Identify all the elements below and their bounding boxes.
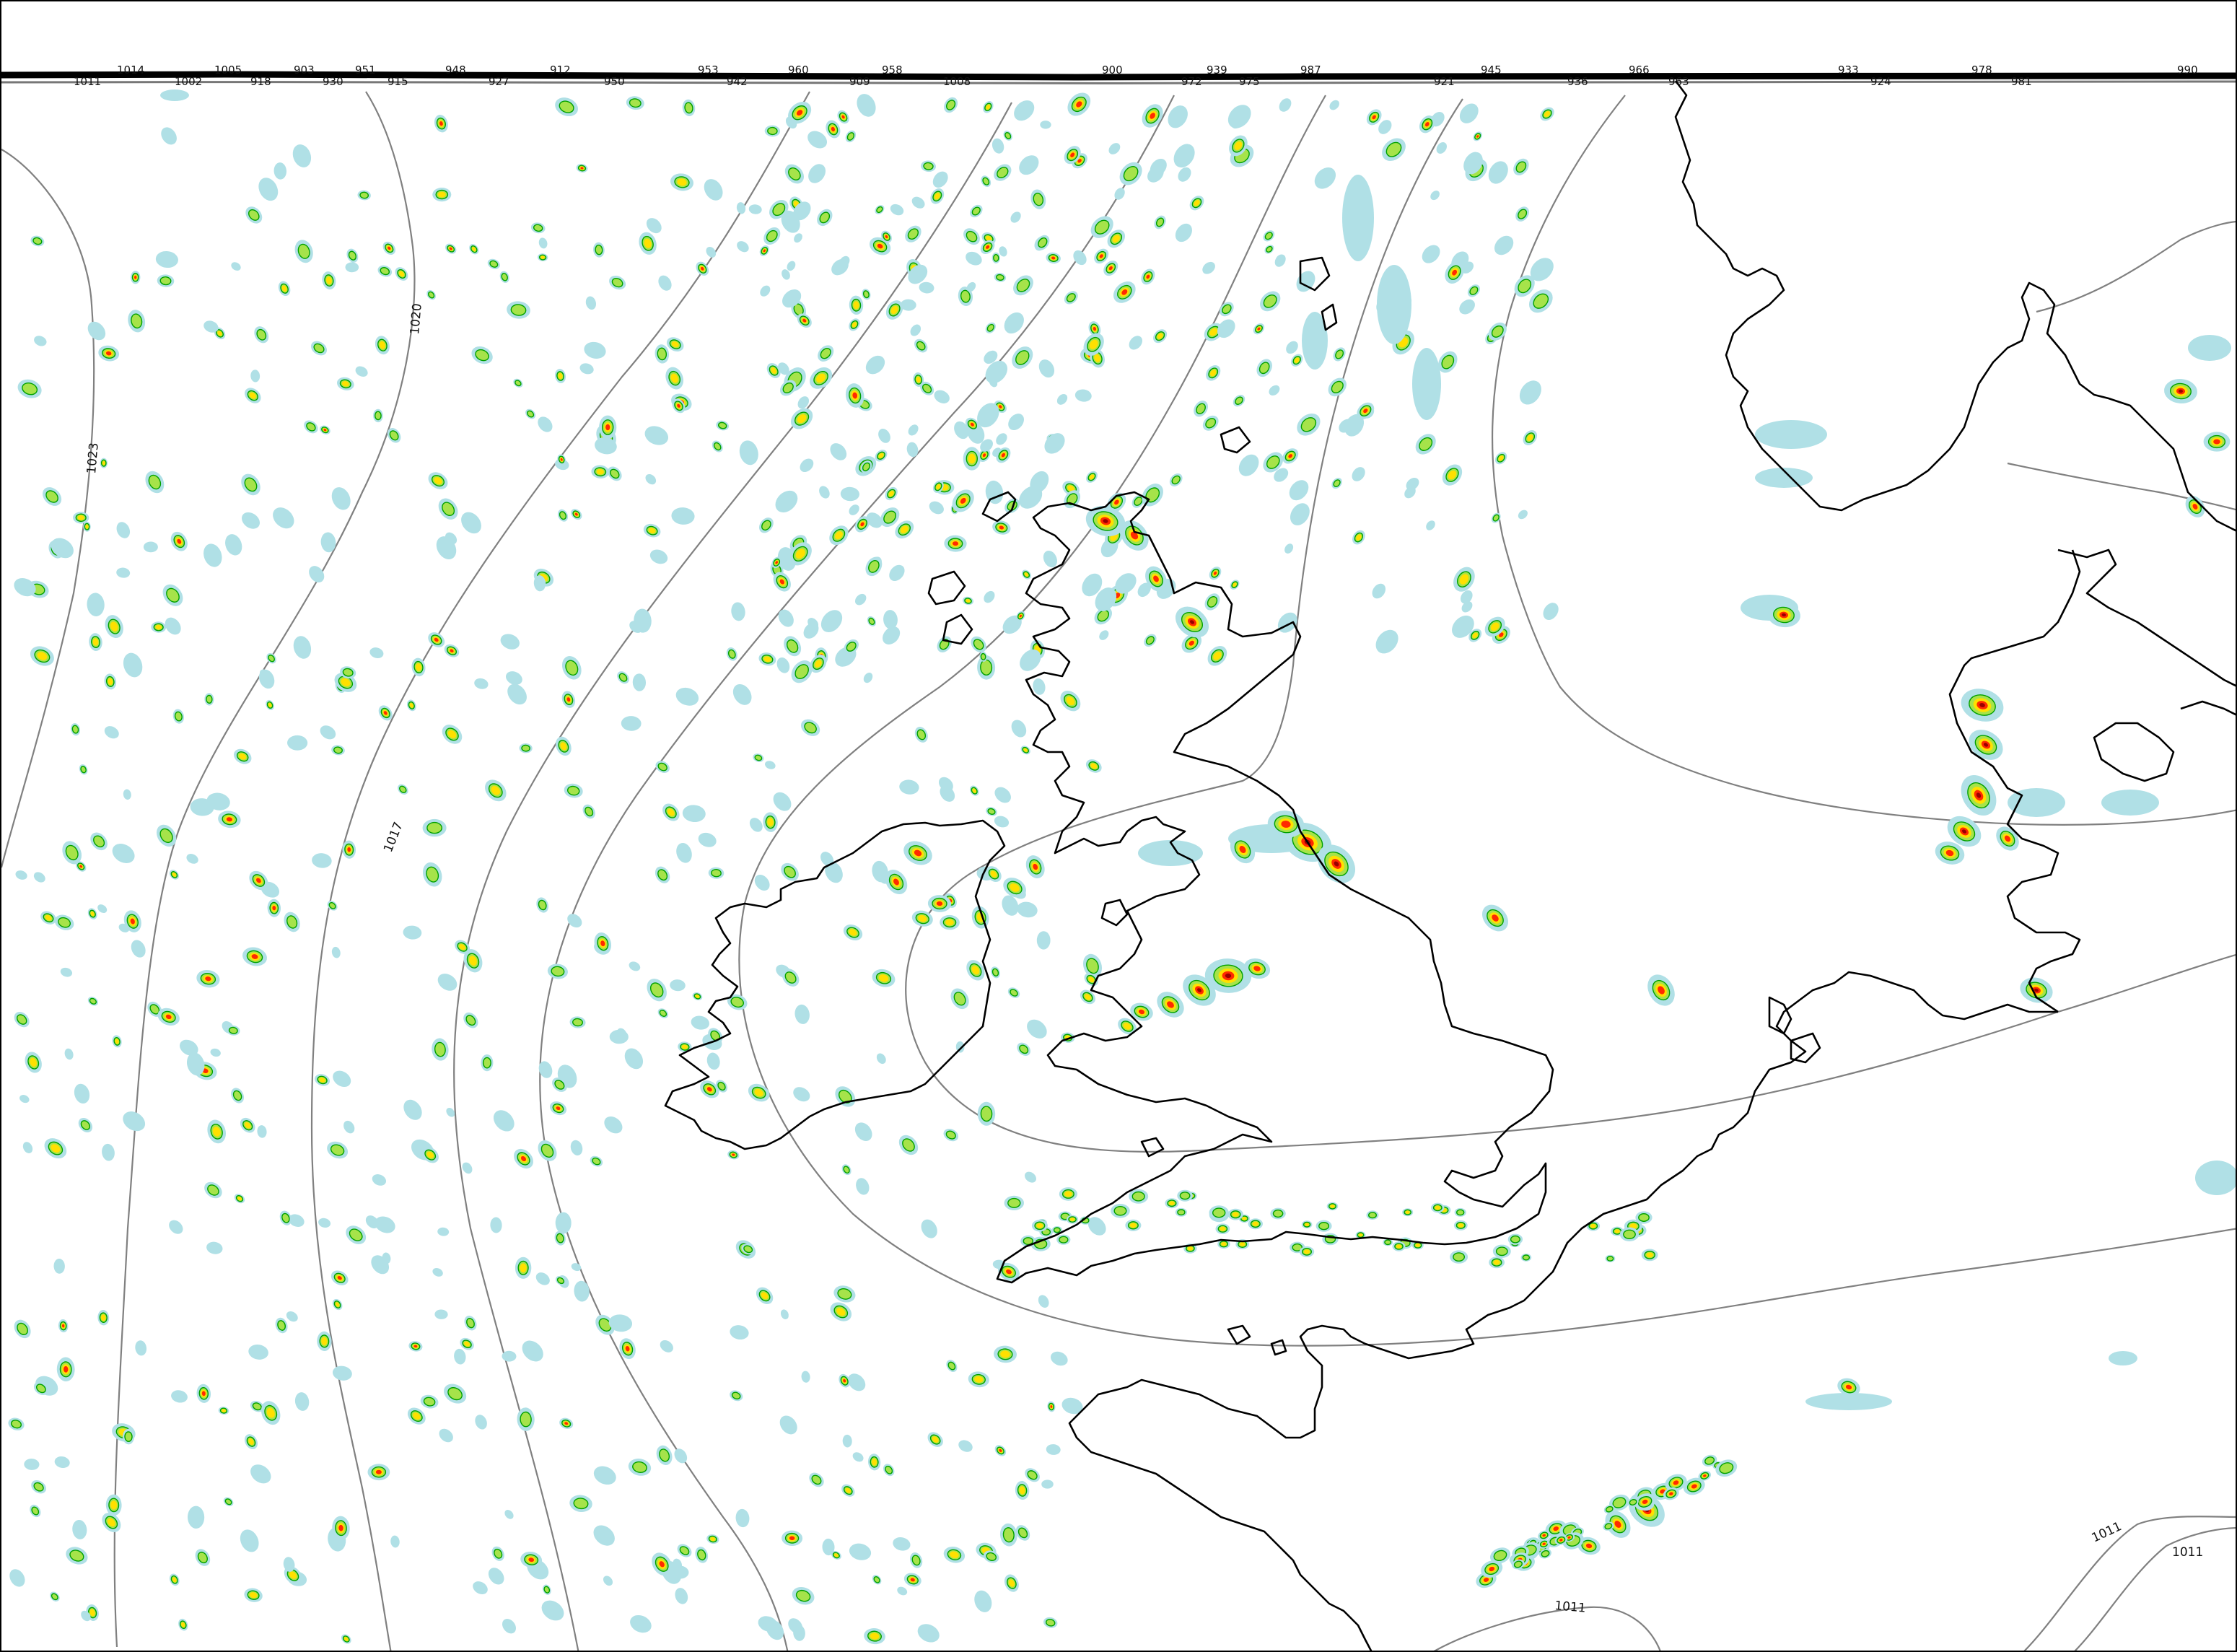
precip-cell: [1031, 1220, 1048, 1232]
precip-cell: [1619, 1227, 1640, 1241]
top-band-label: 939: [1207, 64, 1227, 77]
precip-cell: [1056, 1234, 1071, 1245]
precip-cell: [1586, 1220, 1601, 1231]
top-band-label: 927: [489, 75, 509, 88]
top-band-label: 921: [1434, 75, 1455, 88]
precip-cell: [1129, 1189, 1149, 1204]
precip-cell: [1402, 1208, 1414, 1217]
precip-cell: [599, 415, 617, 440]
precip-cell: [1392, 1241, 1406, 1251]
precip-cell: [1431, 1202, 1445, 1213]
precip-cell: [1165, 1198, 1179, 1209]
top-band-label: 909: [849, 75, 870, 88]
precip-cell: [1605, 1254, 1616, 1262]
top-band-label: 978: [1971, 64, 1992, 77]
precip-cell: [422, 818, 447, 837]
precip-cell: [1453, 1220, 1468, 1231]
precip-cell: [130, 271, 141, 284]
precip-cell: [1175, 1207, 1187, 1217]
precip-cell: [1004, 1195, 1024, 1210]
precip-cell: [1059, 1187, 1077, 1201]
top-band-label: 1005: [214, 64, 242, 77]
precip-cell: [2203, 432, 2231, 452]
light-precip-area: [2101, 790, 2159, 816]
precip-cell: [1067, 1215, 1079, 1224]
precip-cell: [1450, 1250, 1468, 1264]
precip-cell: [1036, 931, 1051, 950]
top-band-label: 912: [550, 64, 571, 77]
precip-cell: [1322, 1233, 1339, 1246]
top-band-label: 948: [445, 64, 466, 77]
top-band-label: 900: [1102, 64, 1123, 77]
precip-cell: [1507, 1233, 1523, 1245]
top-band-label: 1008: [943, 75, 971, 88]
top-band-label: 933: [1838, 64, 1859, 77]
precip-cell: [1489, 1257, 1505, 1269]
top-band-label: 951: [355, 64, 376, 77]
precip-cell: [1209, 1205, 1229, 1220]
precip-cell: [1248, 1218, 1263, 1230]
precip-cell: [1111, 1204, 1130, 1218]
precip-cell: [1454, 1207, 1466, 1217]
light-precip-area: [2109, 1351, 2137, 1365]
precip-cell: [1520, 1254, 1532, 1262]
precip-cell: [481, 1054, 494, 1072]
precip-cell: [515, 1257, 532, 1279]
light-precip-area: [1377, 265, 1411, 344]
precip-cell: [432, 188, 452, 202]
top-band-label: 990: [2177, 64, 2198, 77]
light-precip-area: [1755, 420, 1827, 449]
light-precip-area: [1412, 348, 1441, 420]
top-band-label: 960: [788, 64, 809, 77]
light-precip-area: [2195, 1161, 2236, 1195]
precip-cell: [1177, 1189, 1193, 1202]
top-band-label: 924: [1870, 75, 1891, 88]
top-band-label: 930: [323, 75, 343, 88]
light-precip-area: [1342, 175, 1374, 261]
weather-map: 1011 1014 1002 1005 918 903 930 951 915 948 927 912…: [0, 0, 2237, 1652]
precip-cell: [1316, 1220, 1332, 1232]
precip-cell: [1641, 1249, 1658, 1262]
top-band-label: 918: [250, 75, 271, 88]
map-canvas: 1011 1014 1002 1005 918 903 930 951 915 948 927 912…: [1, 1, 2236, 1651]
isobar-label-1020: 1020: [408, 303, 425, 336]
top-band-label: 1014: [117, 64, 144, 77]
top-band-label: 945: [1481, 64, 1502, 77]
precip-cell: [1227, 1208, 1243, 1220]
top-band-label: 966: [1629, 64, 1650, 77]
top-band-label: 1011: [74, 75, 101, 88]
light-precip-area: [2188, 335, 2231, 361]
top-band-label: 975: [1239, 75, 1260, 88]
precip-cell: [1215, 1223, 1230, 1234]
precip-cell: [1270, 1207, 1286, 1220]
top-band-label: 942: [727, 75, 748, 88]
top-band-label: 915: [388, 75, 408, 88]
top-band-label: 950: [604, 75, 625, 88]
top-band-label: 1002: [175, 75, 202, 88]
precip-cell: [1492, 1244, 1511, 1258]
precip-cell: [963, 447, 981, 471]
isobar-label-1023: 1023: [84, 442, 102, 475]
top-band-label: 981: [2011, 75, 2032, 88]
isobar-label-1011-a: 1011: [1554, 1599, 1587, 1616]
top-band-label: 953: [698, 64, 719, 77]
light-precip-area: [160, 89, 189, 101]
isobar-label-1011-c: 1011: [2172, 1545, 2203, 1560]
precip-cell: [1041, 1480, 1054, 1489]
top-band-label: 936: [1567, 75, 1588, 88]
top-band-label: 972: [1181, 75, 1202, 88]
top-band-label: 958: [882, 64, 903, 77]
precip-cell: [1299, 1246, 1315, 1257]
precip-cell: [1301, 1220, 1313, 1229]
top-band-label: 903: [294, 64, 315, 77]
precip-cell: [1125, 1219, 1142, 1231]
top-band-label: 987: [1300, 64, 1321, 77]
precip-cell: [1326, 1202, 1339, 1211]
precip-cell: [1366, 1210, 1379, 1220]
